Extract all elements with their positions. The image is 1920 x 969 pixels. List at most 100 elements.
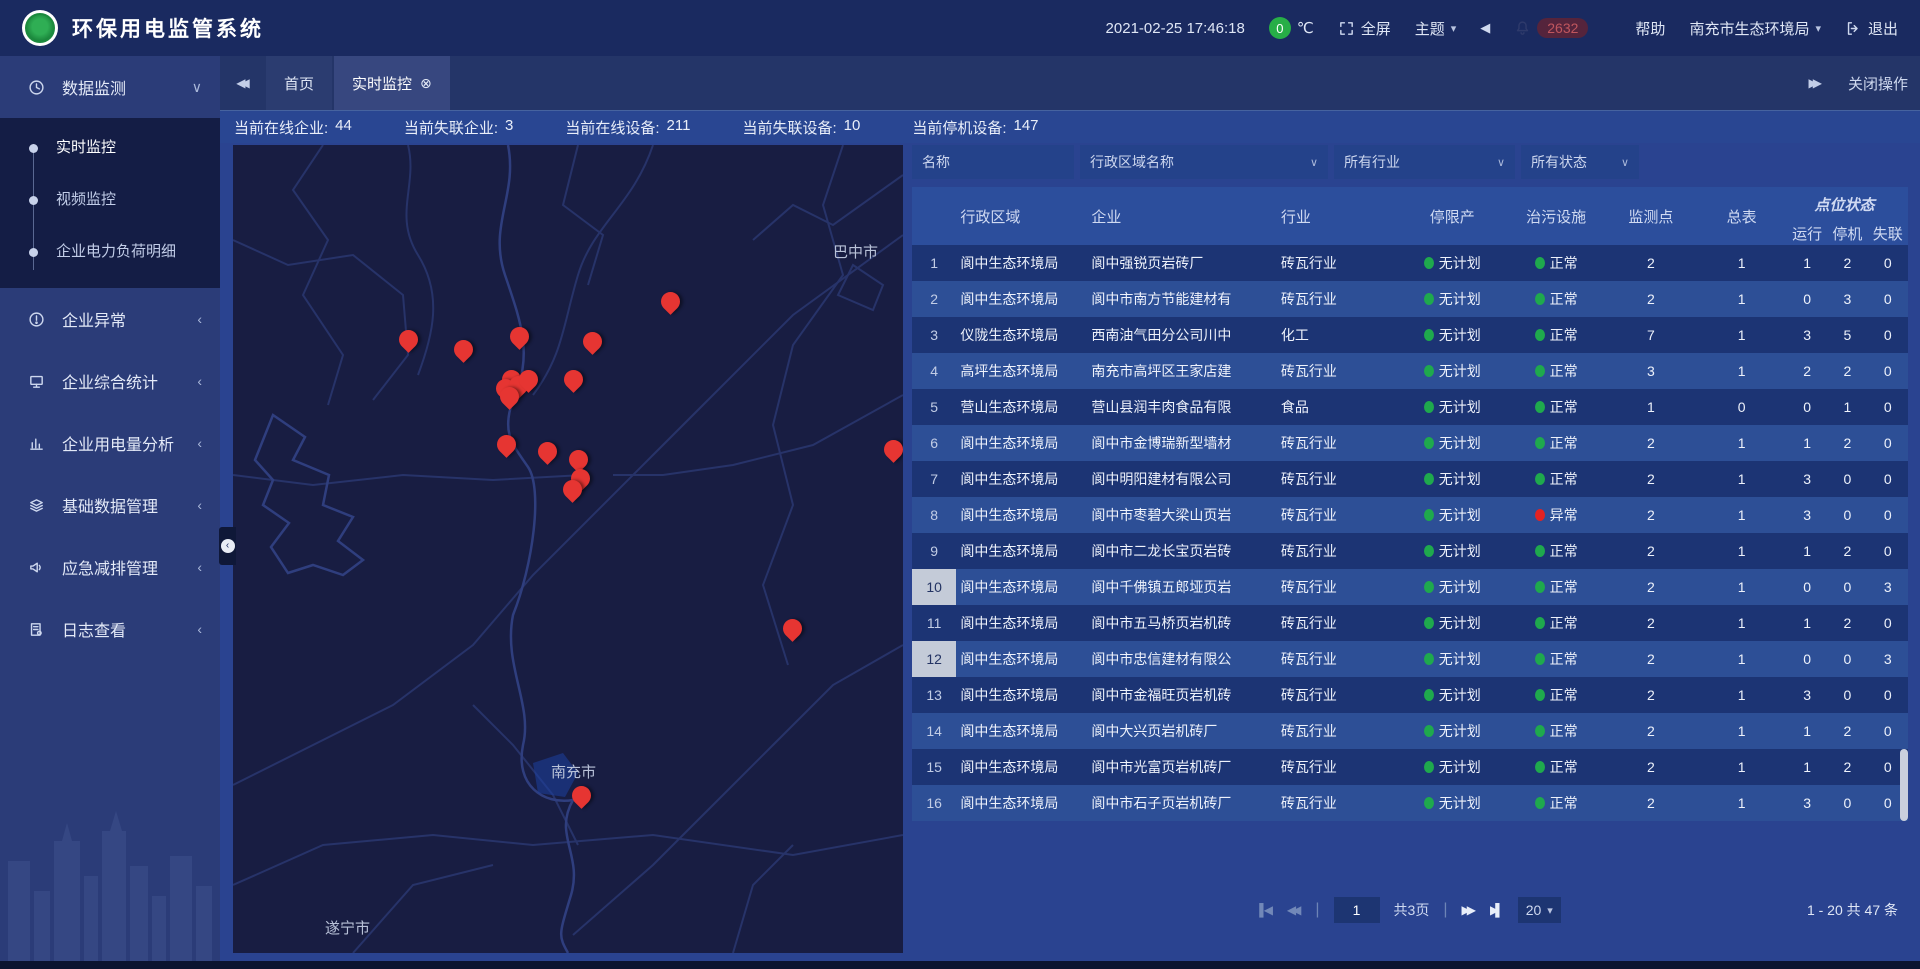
status-dot	[1535, 581, 1545, 593]
status-dot	[1535, 437, 1545, 449]
status-dot	[1535, 653, 1545, 665]
sidebar-subitem-企业电力负荷明细[interactable]: 企业电力负荷明细	[0, 226, 220, 278]
stat-value: 147	[1014, 117, 1039, 138]
status-dot	[1424, 257, 1434, 269]
logo-emblem	[25, 13, 55, 43]
tab-close-icon[interactable]: ⊗	[420, 75, 432, 92]
org-dropdown[interactable]: 南充市生态环境局 ▾	[1689, 18, 1821, 39]
chevron-left-icon: ‹	[197, 621, 202, 637]
logout-icon	[1845, 20, 1862, 37]
sidebar-item-emergency[interactable]: 应急减排管理‹	[0, 536, 220, 598]
tab-实时监控[interactable]: 实时监控⊗	[334, 56, 450, 110]
sidebar-item-power-analysis[interactable]: 企业用电量分析‹	[0, 412, 220, 474]
status-dot	[1424, 545, 1434, 557]
table-row[interactable]: 3仪陇生态环境局西南油气田分公司川中化工无计划正常71350	[912, 317, 1908, 353]
close-operations-button[interactable]: 关闭操作	[1848, 73, 1908, 94]
page-number-input[interactable]	[1334, 897, 1380, 923]
table-scrollbar[interactable]	[1900, 187, 1908, 821]
sidebar-item-enterprise-stats[interactable]: 企业综合统计‹	[0, 350, 220, 412]
sidebar-item-label: 日志查看	[62, 617, 197, 641]
col-meters: 总表	[1696, 187, 1787, 245]
table-row[interactable]: 8阆中生态环境局阆中市枣碧大梁山页岩砖瓦行业无计划异常21300	[912, 497, 1908, 533]
status-dot	[1424, 617, 1434, 629]
table-row[interactable]: 6阆中生态环境局阆中市金博瑞新型墙材砖瓦行业无计划正常21120	[912, 425, 1908, 461]
sidebar-item-logs[interactable]: 日志查看‹	[0, 598, 220, 660]
status-dot	[1535, 401, 1545, 413]
stat-value: 44	[335, 117, 352, 138]
status-dot	[1424, 509, 1434, 521]
tabs-scroll-right-button[interactable]: ▶▶	[1809, 76, 1822, 90]
stat-item: 当前停机设备:147	[912, 117, 1038, 138]
status-dot	[1535, 509, 1545, 521]
theme-dropdown[interactable]: 主题 ▾	[1415, 18, 1457, 39]
tabs-scroll-left-button[interactable]: ◀◀	[220, 56, 266, 110]
table-row[interactable]: 14阆中生态环境局阆中大兴页岩机砖厂砖瓦行业无计划正常21120	[912, 713, 1908, 749]
sidebar-item-label: 数据监测	[62, 75, 192, 99]
chevron-down-icon: ∨	[1621, 156, 1629, 169]
page-count-label: 共3页	[1394, 900, 1430, 920]
status-filter-select[interactable]: 所有状态 ∨	[1521, 145, 1639, 179]
bars-icon	[28, 435, 48, 452]
chevron-down-icon: ∨	[192, 79, 202, 96]
table-row[interactable]: 13阆中生态环境局阆中市金福旺页岩机砖砖瓦行业无计划正常21300	[912, 677, 1908, 713]
pagination-bar: ▌◀ ◀◀ | 共3页 | ▶▶ ▶▌ 20 ▾	[912, 890, 1908, 930]
notifications[interactable]: 2632	[1514, 18, 1588, 38]
industry-filter-select[interactable]: 所有行业 ∨	[1334, 145, 1515, 179]
first-page-button[interactable]: ▌◀	[1259, 903, 1273, 917]
table-row[interactable]: 15阆中生态环境局阆中市光富页岩机砖厂砖瓦行业无计划正常21120	[912, 749, 1908, 785]
stat-value: 10	[844, 117, 861, 138]
sidebar-subitem-视频监控[interactable]: 视频监控	[0, 174, 220, 226]
col-company: 企业	[1087, 187, 1277, 245]
sidebar-item-data-monitor[interactable]: 数据监测∨	[0, 56, 220, 118]
app-logo	[22, 10, 58, 46]
screen-icon	[28, 373, 48, 390]
status-dot	[1424, 437, 1434, 449]
layers-icon	[28, 497, 48, 514]
table-row[interactable]: 16阆中生态环境局阆中市石子页岩机砖厂砖瓦行业无计划正常21300	[912, 785, 1908, 821]
help-button[interactable]: 帮助	[1612, 18, 1665, 39]
stat-label: 当前在线设备:	[565, 117, 659, 138]
tab-首页[interactable]: 首页	[266, 56, 332, 110]
next-page-button[interactable]: ▶▶	[1462, 903, 1476, 917]
stat-value: 211	[667, 117, 691, 138]
region-filter-select[interactable]: 行政区域名称 ∨	[1080, 145, 1328, 179]
sidebar-subitem-实时监控[interactable]: 实时监控	[0, 122, 220, 174]
sound-button[interactable]: ◀	[1480, 20, 1490, 36]
status-dot	[1424, 365, 1434, 377]
caret-down-icon: ▾	[1815, 22, 1821, 35]
table-row[interactable]: 10阆中生态环境局阆中千佛镇五郎垭页岩砖瓦行业无计划正常21003	[912, 569, 1908, 605]
table-row[interactable]: 12阆中生态环境局阆中市忠信建材有限公砖瓦行业无计划正常21003	[912, 641, 1908, 677]
sidebar-item-label: 应急减排管理	[62, 555, 197, 579]
tab-bar: ◀◀ 首页实时监控⊗ ▶▶ 关闭操作	[220, 56, 1920, 110]
table-row[interactable]: 9阆中生态环境局阆中市二龙长宝页岩砖砖瓦行业无计划正常21120	[912, 533, 1908, 569]
stat-item: 当前在线企业:44	[234, 117, 352, 138]
map-panel[interactable]: 巴中市南充市遂宁市	[233, 145, 903, 953]
city-skyline-decoration	[0, 771, 220, 961]
last-page-button[interactable]: ▶▌	[1490, 903, 1504, 917]
stat-item: 当前在线设备: 211	[565, 117, 690, 138]
sidebar-item-enterprise-abnormal[interactable]: 企业异常‹	[0, 288, 220, 350]
col-treatment: 治污设施	[1507, 187, 1606, 245]
status-dot	[1535, 293, 1545, 305]
logout-button[interactable]: 退出	[1845, 18, 1898, 39]
filter-row: 行政区域名称 ∨ 所有行业 ∨ 所有状态 ∨	[912, 145, 1908, 179]
table-row[interactable]: 4高坪生态环境局南充市高坪区王家店建砖瓦行业无计划正常31220	[912, 353, 1908, 389]
sidebar: 数据监测∨实时监控视频监控企业电力负荷明细企业异常‹企业综合统计‹企业用电量分析…	[0, 56, 220, 961]
table-row[interactable]: 11阆中生态环境局阆中市五马桥页岩机砖砖瓦行业无计划正常21120	[912, 605, 1908, 641]
table-row[interactable]: 5营山生态环境局营山县润丰肉食品有限食品无计划正常10010	[912, 389, 1908, 425]
table-row[interactable]: 2阆中生态环境局阆中市南方节能建材有砖瓦行业无计划正常21030	[912, 281, 1908, 317]
status-dot	[1535, 725, 1545, 737]
status-dot	[1535, 329, 1545, 341]
prev-page-button[interactable]: ◀◀	[1287, 903, 1301, 917]
datetime: 2021-02-25 17:46:18	[1106, 20, 1245, 37]
sidebar-item-base-data[interactable]: 基础数据管理‹	[0, 474, 220, 536]
caret-down-icon: ▾	[1547, 904, 1553, 917]
map-collapse-handle[interactable]: ‹	[219, 527, 236, 565]
fullscreen-button[interactable]: 全屏	[1338, 18, 1391, 39]
table-row[interactable]: 1阆中生态环境局阆中强锐页岩砖厂砖瓦行业无计划正常21120	[912, 245, 1908, 281]
page-size-select[interactable]: 20 ▾	[1518, 897, 1561, 923]
scrollbar-thumb[interactable]	[1900, 749, 1908, 821]
col-plan: 停限产	[1398, 187, 1507, 245]
table-row[interactable]: 7阆中生态环境局阆中明阳建材有限公司砖瓦行业无计划正常21300	[912, 461, 1908, 497]
name-filter-input[interactable]	[912, 145, 1074, 179]
